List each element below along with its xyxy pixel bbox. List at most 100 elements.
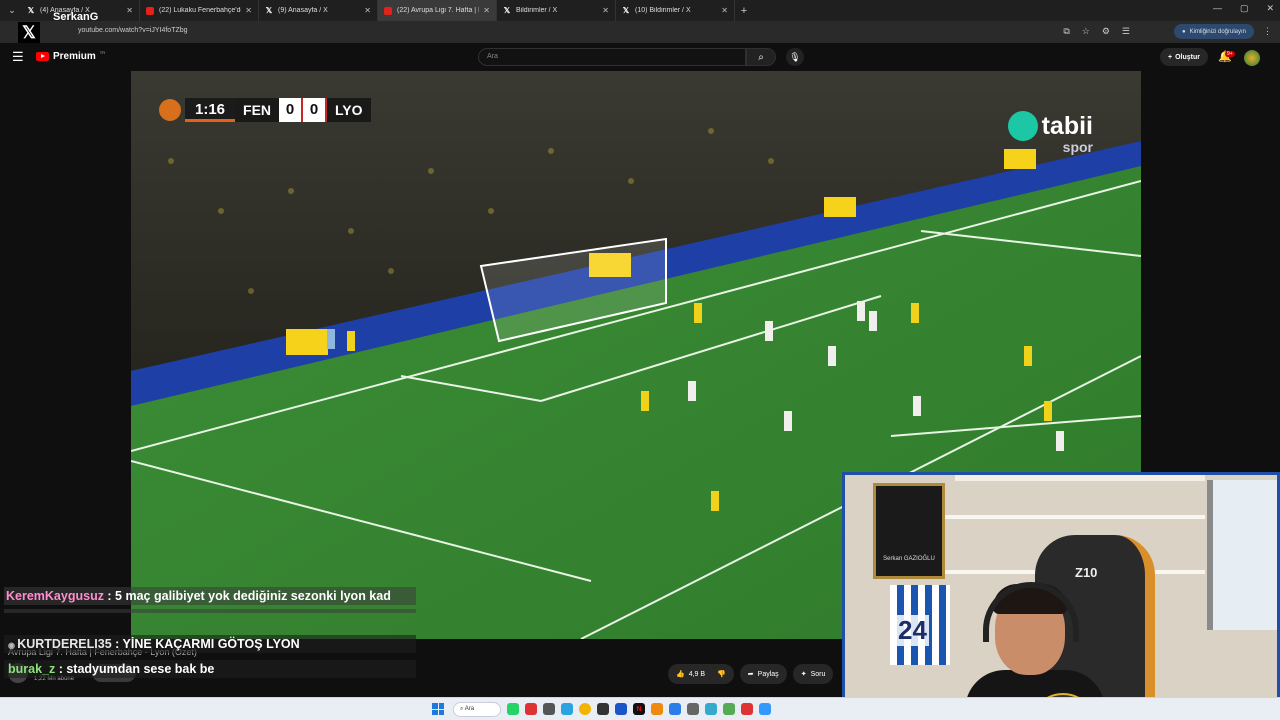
browser-menu-icon[interactable]: ⋮ (1263, 26, 1272, 37)
away-score: 0 (303, 98, 328, 122)
ask-label: Soru (810, 670, 826, 678)
app-icon[interactable] (705, 703, 717, 715)
search-input[interactable]: Ara (478, 48, 746, 66)
close-icon[interactable]: ✕ (602, 6, 609, 15)
headset-icon (983, 582, 1079, 642)
share-icon: ➦ (747, 671, 754, 678)
bookmark-star-icon[interactable]: ☆ (1082, 26, 1090, 37)
thumbs-down-icon[interactable]: 👎 (717, 670, 726, 678)
scoreboard: 1:16 FEN 0 0 LYO (159, 98, 371, 122)
app-icon[interactable] (669, 703, 681, 715)
webcam-overlay: Serkan GAZIOĞLU 24 Z10 (842, 472, 1280, 720)
broadcaster-name: tabii (1041, 111, 1093, 140)
app-icon[interactable] (741, 703, 753, 715)
close-icon[interactable]: ✕ (721, 6, 728, 15)
telegram-icon[interactable] (561, 703, 573, 715)
browser-tab[interactable]: (22) Lukaku Fenerbahçe'de Na ✕ (140, 0, 259, 21)
plus-icon: + (1168, 53, 1173, 61)
chat-message: KeremKaygusuz : 5 maç galibiyet yok dedi… (4, 587, 416, 605)
video-actions: 👍 4,9 B 👎 ➦ Paylaş ✦ Soru (668, 664, 834, 684)
x-icon: 𝕏 (265, 6, 273, 15)
tab-title: Bildirimler / X (516, 7, 558, 14)
app-icon[interactable] (687, 703, 699, 715)
extensions-icon[interactable]: ⚙ (1102, 26, 1110, 37)
chat-text: : stadyumdan sese bak be (55, 662, 215, 676)
reading-list-icon[interactable]: ☰ (1122, 26, 1130, 37)
close-icon[interactable]: ✕ (126, 6, 133, 15)
account-avatar[interactable] (1244, 50, 1260, 66)
youtube-logo[interactable]: Premium TR (36, 50, 106, 62)
browser-tab-active[interactable]: (22) Avrupa Ligi 7. Hafta | F ✕ (378, 0, 497, 21)
window-controls: — ▢ ✕ (1213, 3, 1274, 14)
app-icon[interactable] (543, 703, 555, 715)
vlc-icon[interactable] (651, 703, 663, 715)
jersey-number: 24 (896, 615, 929, 646)
notification-badge: 9+ (1225, 51, 1235, 57)
start-icon[interactable] (432, 703, 444, 715)
search-icon[interactable]: ⌕ (746, 48, 776, 66)
frame-name: Serkan GAZIOĞLU (883, 556, 935, 562)
menu-icon[interactable]: ☰ (12, 49, 24, 65)
x-icon: 𝕏 (622, 6, 630, 15)
tab-title: (22) Lukaku Fenerbahçe'de Na (159, 7, 242, 14)
taskbar-apps: N (507, 703, 771, 715)
chat-username: KeremKaygusuz (6, 589, 104, 603)
verify-identity-button[interactable]: ● Kimliğinizi doğrulayın (1174, 24, 1254, 39)
address-bar-icons: ⧉ ☆ ⚙ ☰ (1063, 26, 1130, 37)
translate-icon[interactable]: ⧉ (1063, 26, 1069, 37)
browser-tab[interactable]: 𝕏 Bildirimler / X ✕ (497, 0, 616, 21)
chat-text: : 5 maç galibiyet yok dediğiniz sezonki … (103, 589, 391, 603)
url-field[interactable]: youtube.com/watch?v=iJYI4foTZbg (78, 27, 188, 34)
youtube-logo-text: Premium (53, 51, 96, 62)
youtube-icon (146, 6, 154, 15)
close-icon[interactable]: ✕ (245, 6, 252, 15)
verify-identity-label: Kimliğinizi doğrulayın (1189, 28, 1246, 35)
app-icon[interactable] (723, 703, 735, 715)
badge-icon: ◉ (8, 641, 18, 650)
youtube-play-icon (36, 52, 49, 61)
away-team: LYO (327, 98, 371, 122)
chat-message-continued (4, 609, 416, 613)
browser-tab[interactable]: 𝕏 (9) Anasayfa / X ✕ (259, 0, 378, 21)
broadcaster-logo: tabii spor (1007, 111, 1093, 155)
mic-icon[interactable]: 🎙 (786, 48, 804, 66)
chat-username: burak_z (8, 662, 56, 676)
netflix-icon[interactable]: N (633, 703, 645, 715)
chrome-icon[interactable] (579, 703, 591, 715)
whatsapp-icon[interactable] (507, 703, 519, 715)
openai-icon[interactable] (597, 703, 609, 715)
x-logo-icon: 𝕏 (18, 22, 40, 44)
taskbar-search[interactable]: ⌕ Ara (453, 702, 501, 717)
country-code: TR (99, 50, 106, 55)
streamer-name: SerkanG (53, 11, 99, 23)
close-window-icon[interactable]: ✕ (1266, 3, 1274, 14)
like-count: 4,9 B (688, 670, 706, 678)
tabii-icon (1007, 111, 1038, 141)
chat-username: KURTDERELI35 (17, 637, 112, 651)
taskbar-search-label: Ara (464, 706, 475, 712)
close-icon[interactable]: ✕ (483, 6, 490, 15)
tab-search-icon[interactable]: ⌄ (3, 2, 21, 20)
share-button[interactable]: ➦ Paylaş (739, 664, 787, 684)
chat-text: : YİNE KAÇARMI GÖTOŞ LYON (111, 637, 300, 651)
browser-tab[interactable]: 𝕏 (10) Bildirimler / X ✕ (616, 0, 735, 21)
like-button[interactable]: 👍 4,9 B 👎 (668, 664, 734, 684)
youtube-header: ☰ Premium TR Ara ⌕ 🎙 + Oluştur 🔔 (0, 43, 1280, 71)
new-tab-button[interactable]: + (735, 5, 753, 17)
chat-message: burak_z : stadyumdan sese bak be (4, 660, 416, 678)
match-clock: 1:16 (185, 98, 236, 122)
sparkle-icon: ✦ (800, 671, 807, 678)
browser-tab-bar: ⌄ 𝕏 (4) Anasayfa / X ✕ (22) Lukaku Fener… (0, 0, 1280, 21)
maximize-icon[interactable]: ▢ (1240, 3, 1249, 14)
app-icon[interactable] (615, 703, 627, 715)
chat-message: ◉ KURTDERELI35 : YİNE KAÇARMI GÖTOŞ LYON (4, 635, 416, 653)
create-button[interactable]: + Oluştur (1160, 48, 1208, 66)
app-icon[interactable] (525, 703, 537, 715)
app-icon[interactable] (759, 703, 771, 715)
minimize-icon[interactable]: — (1213, 3, 1222, 14)
create-label: Oluştur (1175, 53, 1200, 61)
shelf (945, 515, 1205, 519)
close-icon[interactable]: ✕ (364, 6, 371, 15)
europa-league-icon (159, 99, 181, 121)
ask-button[interactable]: ✦ Soru (792, 664, 834, 684)
